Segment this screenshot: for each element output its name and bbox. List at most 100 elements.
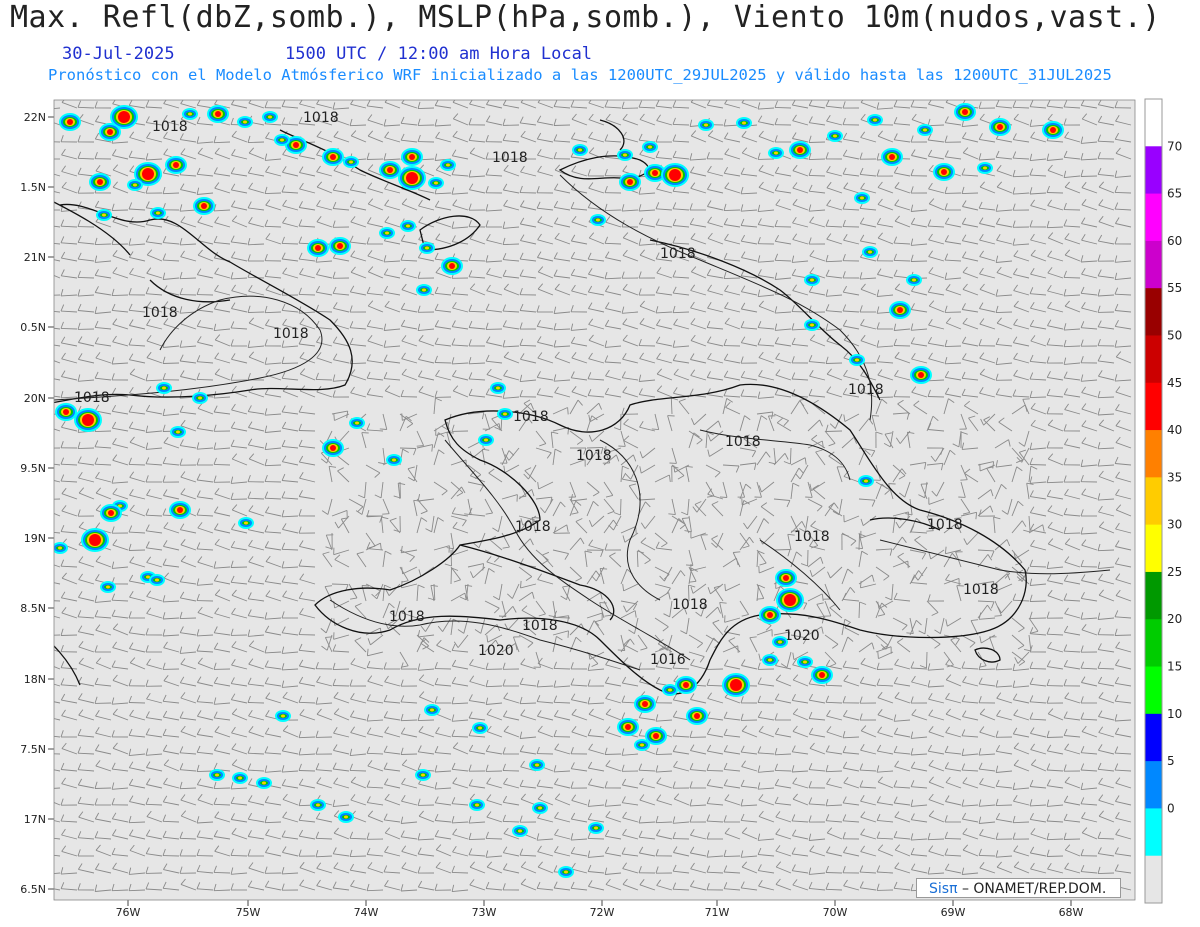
lon-label: 74W bbox=[354, 906, 379, 919]
lon-label: 70W bbox=[823, 906, 848, 919]
lat-label: 19N bbox=[24, 532, 46, 545]
lat-label: 9.5N bbox=[20, 462, 46, 475]
storm-cell bbox=[889, 301, 911, 319]
colorbar-segment bbox=[1145, 713, 1162, 762]
storm-cell bbox=[307, 239, 329, 257]
storm-cell bbox=[867, 114, 883, 126]
colorbar-tick-label: 40 bbox=[1167, 423, 1182, 437]
colorbar-tick-label: 0 bbox=[1167, 801, 1175, 815]
storm-cell bbox=[588, 822, 604, 834]
storm-cell bbox=[400, 220, 416, 232]
storm-cell bbox=[55, 403, 77, 421]
colorbar-segment bbox=[1145, 571, 1162, 620]
storm-cell bbox=[310, 799, 326, 811]
storm-cell bbox=[96, 209, 112, 221]
storm-cell bbox=[572, 144, 588, 156]
sispi-logo: Sisπ bbox=[929, 881, 958, 897]
colorbar-tick-label: 55 bbox=[1167, 281, 1182, 295]
storm-cell bbox=[558, 866, 574, 878]
storm-cell bbox=[490, 382, 506, 394]
colorbar-tick-label: 35 bbox=[1167, 470, 1182, 484]
storm-cell bbox=[165, 156, 187, 174]
colorbar-tick-label: 5 bbox=[1167, 754, 1175, 768]
lon-label: 76W bbox=[116, 906, 141, 919]
storm-cell bbox=[804, 274, 820, 286]
lat-label: 7.5N bbox=[20, 743, 46, 756]
colorbar-tick-label: 50 bbox=[1167, 329, 1182, 343]
storm-cell bbox=[619, 173, 641, 191]
lat-label: 18N bbox=[24, 673, 46, 686]
colorbar-segment bbox=[1145, 761, 1162, 809]
storm-cell bbox=[881, 148, 903, 166]
storm-cell bbox=[415, 769, 431, 781]
storm-cell bbox=[416, 284, 432, 296]
storm-cell bbox=[768, 147, 784, 159]
storm-cell bbox=[349, 417, 365, 429]
storm-cell bbox=[238, 517, 254, 529]
storm-cell bbox=[472, 722, 488, 734]
storm-cell bbox=[858, 475, 874, 487]
storm-cell bbox=[127, 179, 143, 191]
isobar-label: 1018 bbox=[927, 517, 963, 533]
storm-cell bbox=[772, 636, 788, 648]
storm-cell bbox=[804, 319, 820, 331]
isobar-label: 1020 bbox=[478, 643, 514, 659]
colorbar-tick-label: 30 bbox=[1167, 518, 1182, 532]
storm-cell bbox=[827, 130, 843, 142]
storm-cell bbox=[156, 382, 172, 394]
lon-label: 73W bbox=[472, 906, 497, 919]
storm-cell bbox=[193, 197, 215, 215]
storm-cell bbox=[232, 772, 248, 784]
lat-label: 0.5N bbox=[20, 321, 46, 334]
lat-label: 22N bbox=[24, 111, 46, 124]
lon-label: 69W bbox=[941, 906, 966, 919]
colorbar-segment bbox=[1145, 382, 1162, 431]
storm-cell bbox=[338, 811, 354, 823]
storm-cell bbox=[849, 354, 865, 366]
storm-cell bbox=[237, 116, 253, 128]
isobar-label: 1018 bbox=[74, 390, 110, 406]
storm-cell bbox=[207, 105, 229, 123]
lon-label: 68W bbox=[1059, 906, 1084, 919]
storm-cell bbox=[274, 134, 290, 146]
storm-cell bbox=[275, 710, 291, 722]
credit-box: Sisπ – ONAMET/REP.DOM. bbox=[916, 878, 1121, 898]
storm-cell bbox=[169, 501, 191, 519]
lat-label: 8.5N bbox=[20, 602, 46, 615]
colorbar-segment bbox=[1145, 288, 1162, 336]
storm-cell bbox=[675, 676, 697, 694]
storm-cell bbox=[74, 408, 102, 432]
isobar-label: 1018 bbox=[672, 597, 708, 613]
storm-cell bbox=[989, 118, 1011, 136]
storm-cell bbox=[478, 434, 494, 446]
storm-cell bbox=[469, 799, 485, 811]
isobar-label: 1018 bbox=[660, 246, 696, 262]
storm-cell bbox=[81, 528, 109, 552]
colorbar-segment bbox=[1145, 666, 1162, 715]
storm-cell bbox=[100, 504, 122, 522]
colorbar-tick-label: 25 bbox=[1167, 565, 1182, 579]
storm-cell bbox=[933, 163, 955, 181]
storm-cell bbox=[634, 695, 656, 713]
isobar-label: 1018 bbox=[576, 448, 612, 464]
storm-cell bbox=[192, 392, 208, 404]
storm-cell bbox=[590, 214, 606, 226]
storm-cell bbox=[686, 707, 708, 725]
isobar-label: 1018 bbox=[725, 434, 761, 450]
colorbar-tick-label: 10 bbox=[1167, 707, 1182, 721]
colorbar-segment bbox=[1145, 477, 1162, 526]
storm-cell bbox=[698, 119, 714, 131]
storm-cell bbox=[917, 124, 933, 136]
storm-cell bbox=[977, 162, 993, 174]
storm-cell bbox=[862, 246, 878, 258]
storm-cell bbox=[89, 173, 111, 191]
lon-label: 75W bbox=[236, 906, 261, 919]
storm-cell bbox=[209, 769, 225, 781]
storm-cell bbox=[322, 439, 344, 457]
colorbar-segment bbox=[1145, 193, 1162, 242]
storm-cell bbox=[497, 408, 513, 420]
storm-cell bbox=[99, 123, 121, 141]
storm-cell bbox=[428, 177, 444, 189]
storm-cell bbox=[59, 113, 81, 131]
colorbar-tick-label: 15 bbox=[1167, 660, 1182, 674]
